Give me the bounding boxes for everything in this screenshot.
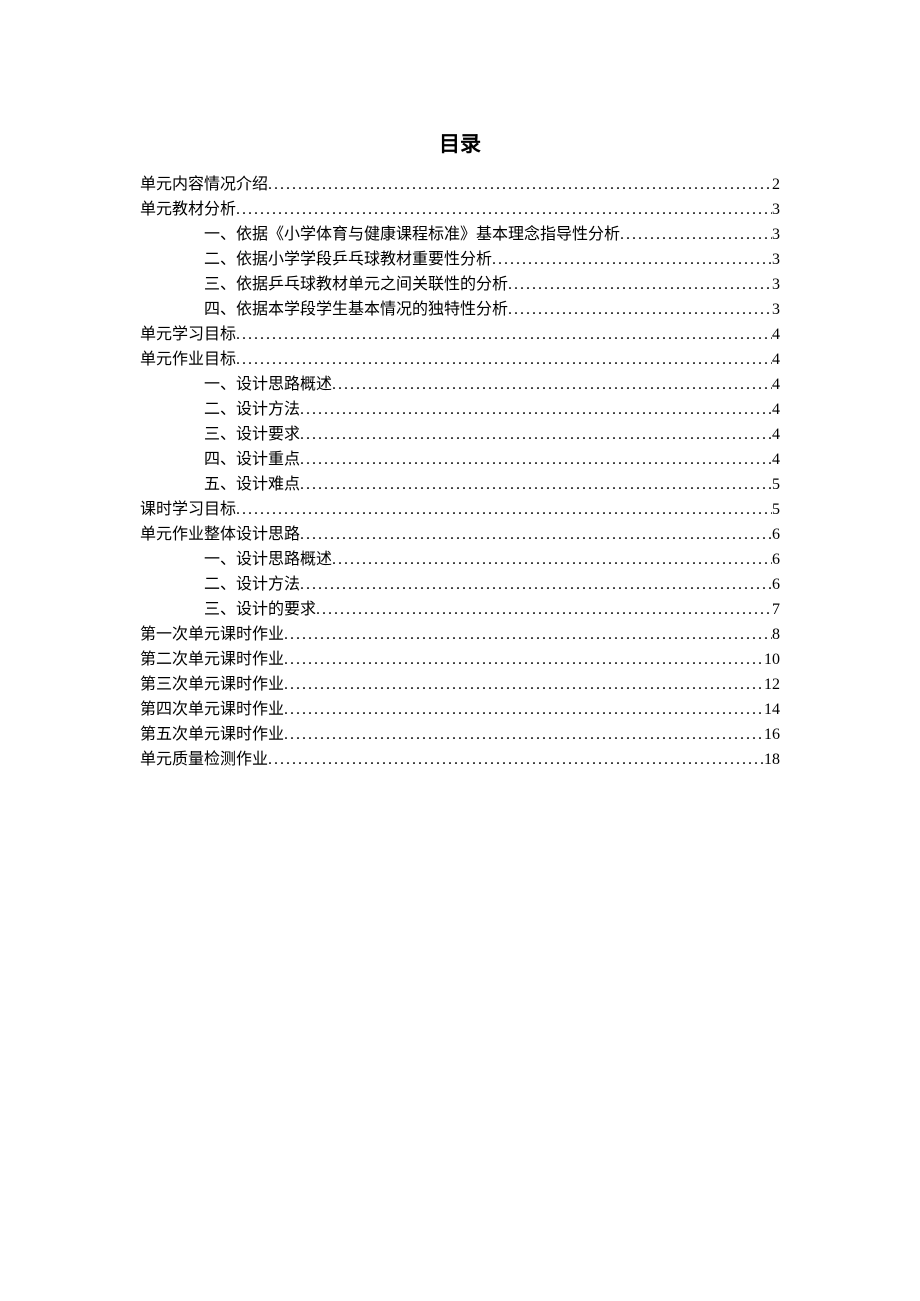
- toc-entry-page: 2: [772, 172, 780, 197]
- toc-entry-page: 4: [772, 397, 780, 422]
- toc-entry-label: 三、设计要求: [204, 422, 300, 447]
- toc-entry-label: 五、设计难点: [204, 472, 300, 497]
- toc-entry-page: 10: [764, 647, 780, 672]
- toc-entry-page: 18: [764, 747, 780, 772]
- toc-entry-label: 二、依据小学学段乒乓球教材重要性分析: [204, 247, 492, 272]
- toc-entry: 二、设计方法 6: [140, 572, 780, 597]
- toc-leader-dots: [236, 497, 772, 522]
- toc-entry-page: 4: [772, 372, 780, 397]
- toc-entry-page: 5: [772, 472, 780, 497]
- toc-entry-page: 6: [772, 522, 780, 547]
- toc-entry-label: 单元教材分析: [140, 197, 236, 222]
- toc-leader-dots: [284, 622, 772, 647]
- toc-entry: 二、设计方法 4: [140, 397, 780, 422]
- toc-entry-label: 四、依据本学段学生基本情况的独特性分析: [204, 297, 508, 322]
- toc-entry-page: 3: [772, 247, 780, 272]
- toc-entry-page: 16: [764, 722, 780, 747]
- toc-entry: 五、设计难点 5: [140, 472, 780, 497]
- toc-entry: 单元作业目标 4: [140, 347, 780, 372]
- toc-entry: 课时学习目标 5: [140, 497, 780, 522]
- toc-entry-label: 第一次单元课时作业: [140, 622, 284, 647]
- toc-entry-page: 4: [772, 447, 780, 472]
- toc-leader-dots: [300, 422, 772, 447]
- toc-leader-dots: [300, 397, 772, 422]
- toc-entry: 第二次单元课时作业 10: [140, 647, 780, 672]
- toc-entry-page: 3: [772, 197, 780, 222]
- toc-leader-dots: [300, 572, 772, 597]
- toc-leader-dots: [268, 747, 764, 772]
- toc-entry: 第一次单元课时作业 8: [140, 622, 780, 647]
- toc-entry-page: 3: [772, 272, 780, 297]
- toc-leader-dots: [284, 697, 764, 722]
- toc-entry-label: 二、设计方法: [204, 572, 300, 597]
- toc-entry-label: 第三次单元课时作业: [140, 672, 284, 697]
- toc-leader-dots: [492, 247, 772, 272]
- toc-entry-label: 第二次单元课时作业: [140, 647, 284, 672]
- toc-entry: 单元质量检测作业 18: [140, 747, 780, 772]
- toc-entry: 三、依据乒乓球教材单元之间关联性的分析 3: [140, 272, 780, 297]
- toc-title: 目录: [140, 128, 780, 158]
- toc-entry-page: 6: [772, 572, 780, 597]
- toc-entry-label: 单元作业目标: [140, 347, 236, 372]
- toc-entry-label: 单元作业整体设计思路: [140, 522, 300, 547]
- toc-entry: 三、设计的要求 7: [140, 597, 780, 622]
- toc-entry-page: 8: [772, 622, 780, 647]
- toc-leader-dots: [332, 547, 772, 572]
- toc-entry: 三、设计要求 4: [140, 422, 780, 447]
- toc-entry-label: 二、设计方法: [204, 397, 300, 422]
- toc-entry: 四、依据本学段学生基本情况的独特性分析 3: [140, 297, 780, 322]
- toc-entry: 第四次单元课时作业 14: [140, 697, 780, 722]
- toc-leader-dots: [508, 272, 772, 297]
- toc-entry: 一、依据《小学体育与健康课程标准》基本理念指导性分析 3: [140, 222, 780, 247]
- toc-entry-label: 第五次单元课时作业: [140, 722, 284, 747]
- toc-entry: 二、依据小学学段乒乓球教材重要性分析 3: [140, 247, 780, 272]
- toc-entry-label: 三、设计的要求: [204, 597, 316, 622]
- toc-entry-page: 3: [772, 222, 780, 247]
- toc-entry-label: 一、依据《小学体育与健康课程标准》基本理念指导性分析: [204, 222, 620, 247]
- toc-entry-label: 四、设计重点: [204, 447, 300, 472]
- toc-entry-page: 7: [772, 597, 780, 622]
- toc-leader-dots: [236, 322, 772, 347]
- document-page: 目录 单元内容情况介绍2单元教材分析3一、依据《小学体育与健康课程标准》基本理念…: [0, 0, 920, 772]
- toc-entry-label: 单元学习目标: [140, 322, 236, 347]
- toc-leader-dots: [316, 597, 772, 622]
- toc-entry-page: 3: [772, 297, 780, 322]
- toc-entry: 第三次单元课时作业 12: [140, 672, 780, 697]
- toc-entry-label: 三、依据乒乓球教材单元之间关联性的分析: [204, 272, 508, 297]
- toc-entry-page: 5: [772, 497, 780, 522]
- toc-leader-dots: [332, 372, 772, 397]
- toc-entry: 一、设计思路概述 4: [140, 372, 780, 397]
- toc-entry-page: 4: [772, 322, 780, 347]
- toc-list: 单元内容情况介绍2单元教材分析3一、依据《小学体育与健康课程标准》基本理念指导性…: [140, 172, 780, 772]
- toc-entry: 单元教材分析 3: [140, 197, 780, 222]
- toc-entry: 四、设计重点 4: [140, 447, 780, 472]
- toc-leader-dots: [284, 672, 764, 697]
- toc-entry-label: 一、设计思路概述: [204, 547, 332, 572]
- toc-leader-dots: [508, 297, 772, 322]
- toc-entry-label: 第四次单元课时作业: [140, 697, 284, 722]
- toc-entry: 单元学习目标 4: [140, 322, 780, 347]
- toc-entry: 单元作业整体设计思路 6: [140, 522, 780, 547]
- toc-entry: 单元内容情况介绍 2: [140, 172, 780, 197]
- toc-entry-page: 6: [772, 547, 780, 572]
- toc-entry-page: 12: [764, 672, 780, 697]
- toc-entry-label: 一、设计思路概述: [204, 372, 332, 397]
- toc-leader-dots: [236, 347, 772, 372]
- toc-leader-dots: [300, 522, 772, 547]
- toc-leader-dots: [284, 722, 764, 747]
- toc-entry: 第五次单元课时作业 16: [140, 722, 780, 747]
- toc-leader-dots: [620, 222, 772, 247]
- toc-leader-dots: [284, 647, 764, 672]
- toc-leader-dots: [236, 197, 772, 222]
- toc-entry-page: 14: [764, 697, 780, 722]
- toc-entry-page: 4: [772, 347, 780, 372]
- toc-entry: 一、设计思路概述 6: [140, 547, 780, 572]
- toc-leader-dots: [300, 447, 772, 472]
- toc-leader-dots: [300, 472, 772, 497]
- toc-entry-label: 单元质量检测作业: [140, 747, 268, 772]
- toc-leader-dots: [268, 172, 772, 197]
- toc-entry-label: 单元内容情况介绍: [140, 172, 268, 197]
- toc-entry-page: 4: [772, 422, 780, 447]
- toc-entry-label: 课时学习目标: [140, 497, 236, 522]
